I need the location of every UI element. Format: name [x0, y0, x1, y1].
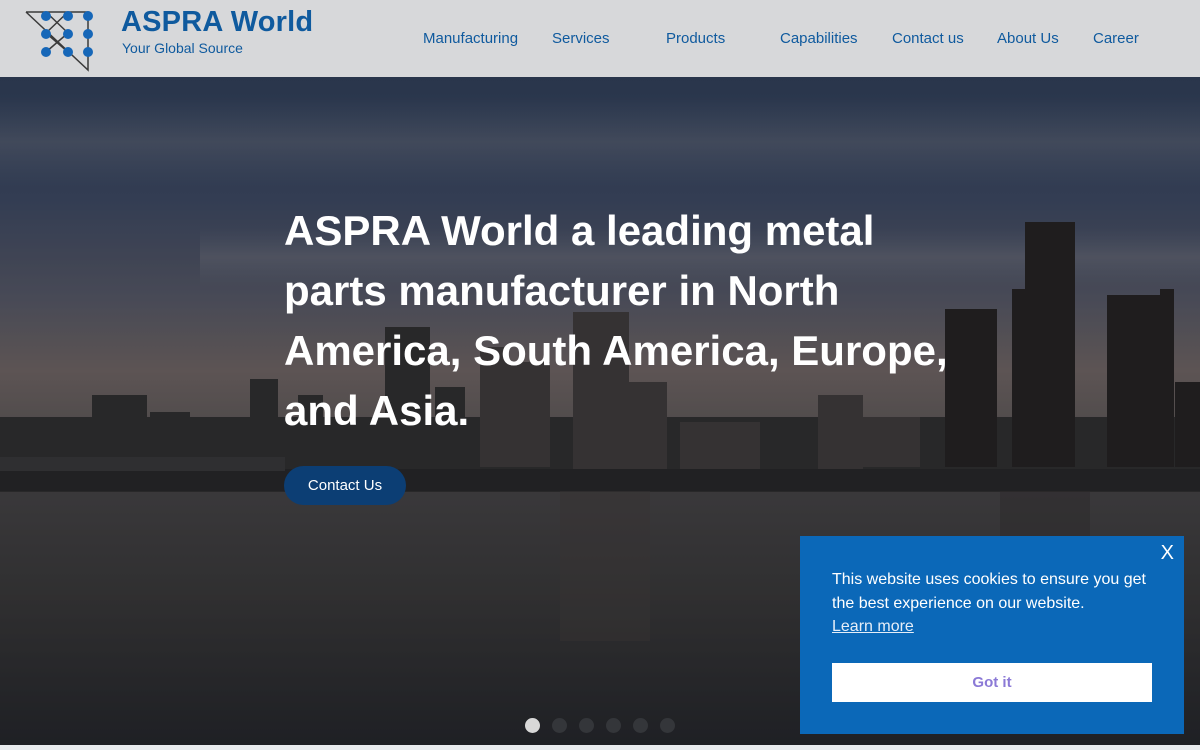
brand-title[interactable]: ASPRA World — [121, 8, 313, 37]
slider-dot-6[interactable] — [660, 718, 675, 733]
nav-item-about-us[interactable]: About Us — [997, 30, 1059, 47]
slider-dot-5[interactable] — [633, 718, 648, 733]
slider-dot-3[interactable] — [579, 718, 594, 733]
cookie-banner: X This website uses cookies to ensure yo… — [800, 536, 1184, 734]
nav-item-contact-us[interactable]: Contact us — [892, 30, 964, 47]
nav-item-products[interactable]: Products — [666, 30, 725, 47]
slider-dot-1[interactable] — [525, 718, 540, 733]
nav-item-manufacturing[interactable]: Manufacturing — [423, 30, 518, 47]
nav-item-capabilities[interactable]: Capabilities — [780, 30, 858, 47]
cookie-accept-button[interactable]: Got it — [832, 663, 1152, 702]
slider-dot-2[interactable] — [552, 718, 567, 733]
cookie-learn-more-link[interactable]: Learn more — [832, 618, 914, 636]
nav-item-career[interactable]: Career — [1093, 30, 1139, 47]
brand-subtitle: Your Global Source — [122, 40, 243, 56]
network-triangle-logo-icon[interactable] — [24, 8, 96, 72]
site-header: ASPRA World Your Global Source Manufactu… — [0, 0, 1200, 77]
nav-item-services[interactable]: Services — [552, 30, 610, 47]
page-bottom-edge — [0, 745, 1200, 750]
slider-dot-4[interactable] — [606, 718, 621, 733]
cookie-close-button[interactable]: X — [1161, 542, 1174, 565]
hero-headline: ASPRA World a leading metal parts manufa… — [284, 207, 948, 434]
cookie-message: This website uses cookies to ensure you … — [832, 571, 1146, 612]
contact-us-button[interactable]: Contact Us — [284, 466, 406, 505]
